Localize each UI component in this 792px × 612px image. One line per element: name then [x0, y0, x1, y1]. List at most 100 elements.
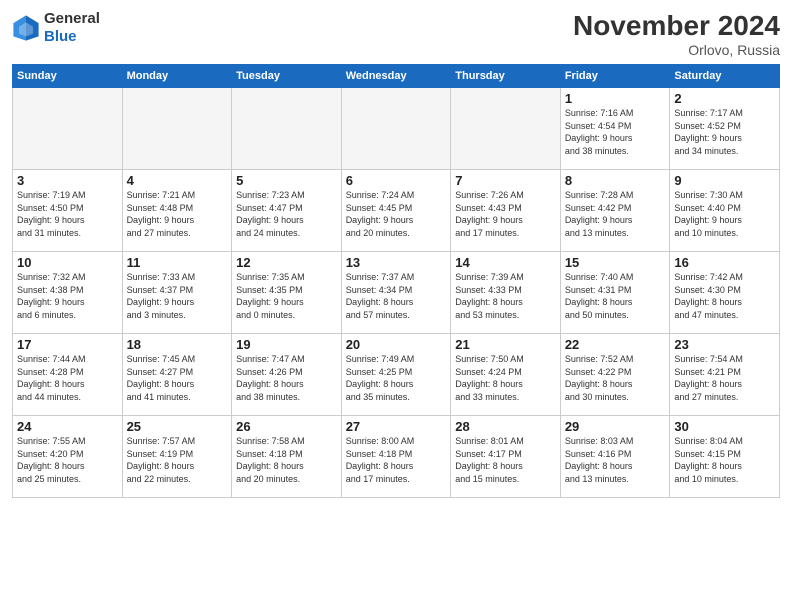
header-tuesday: Tuesday — [232, 65, 342, 88]
day-info: Sunrise: 7:24 AM Sunset: 4:45 PM Dayligh… — [346, 189, 447, 239]
header: General Blue November 2024 Orlovo, Russi… — [12, 10, 780, 58]
calendar-cell: 11Sunrise: 7:33 AM Sunset: 4:37 PM Dayli… — [122, 252, 232, 334]
day-info: Sunrise: 7:40 AM Sunset: 4:31 PM Dayligh… — [565, 271, 666, 321]
calendar-cell — [232, 88, 342, 170]
day-number: 8 — [565, 173, 666, 188]
header-wednesday: Wednesday — [341, 65, 451, 88]
calendar-cell: 29Sunrise: 8:03 AM Sunset: 4:16 PM Dayli… — [560, 416, 670, 498]
header-sunday: Sunday — [13, 65, 123, 88]
calendar-cell: 30Sunrise: 8:04 AM Sunset: 4:15 PM Dayli… — [670, 416, 780, 498]
calendar-table: Sunday Monday Tuesday Wednesday Thursday… — [12, 64, 780, 498]
day-info: Sunrise: 8:01 AM Sunset: 4:17 PM Dayligh… — [455, 435, 556, 485]
day-number: 17 — [17, 337, 118, 352]
header-friday: Friday — [560, 65, 670, 88]
calendar-cell — [451, 88, 561, 170]
day-number: 4 — [127, 173, 228, 188]
day-number: 16 — [674, 255, 775, 270]
calendar-cell: 16Sunrise: 7:42 AM Sunset: 4:30 PM Dayli… — [670, 252, 780, 334]
calendar-cell: 25Sunrise: 7:57 AM Sunset: 4:19 PM Dayli… — [122, 416, 232, 498]
day-info: Sunrise: 7:52 AM Sunset: 4:22 PM Dayligh… — [565, 353, 666, 403]
calendar-cell: 26Sunrise: 7:58 AM Sunset: 4:18 PM Dayli… — [232, 416, 342, 498]
day-info: Sunrise: 7:30 AM Sunset: 4:40 PM Dayligh… — [674, 189, 775, 239]
calendar-cell: 8Sunrise: 7:28 AM Sunset: 4:42 PM Daylig… — [560, 170, 670, 252]
day-info: Sunrise: 7:54 AM Sunset: 4:21 PM Dayligh… — [674, 353, 775, 403]
month-title: November 2024 — [573, 10, 780, 42]
day-number: 27 — [346, 419, 447, 434]
day-number: 1 — [565, 91, 666, 106]
day-number: 28 — [455, 419, 556, 434]
logo-blue: Blue — [44, 28, 77, 45]
day-number: 10 — [17, 255, 118, 270]
day-number: 24 — [17, 419, 118, 434]
calendar-cell: 10Sunrise: 7:32 AM Sunset: 4:38 PM Dayli… — [13, 252, 123, 334]
calendar-cell: 14Sunrise: 7:39 AM Sunset: 4:33 PM Dayli… — [451, 252, 561, 334]
logo-general: General — [44, 10, 100, 27]
calendar-cell: 6Sunrise: 7:24 AM Sunset: 4:45 PM Daylig… — [341, 170, 451, 252]
day-info: Sunrise: 7:33 AM Sunset: 4:37 PM Dayligh… — [127, 271, 228, 321]
header-saturday: Saturday — [670, 65, 780, 88]
day-info: Sunrise: 7:17 AM Sunset: 4:52 PM Dayligh… — [674, 107, 775, 157]
day-info: Sunrise: 7:19 AM Sunset: 4:50 PM Dayligh… — [17, 189, 118, 239]
calendar-cell: 7Sunrise: 7:26 AM Sunset: 4:43 PM Daylig… — [451, 170, 561, 252]
day-number: 13 — [346, 255, 447, 270]
header-monday: Monday — [122, 65, 232, 88]
day-number: 26 — [236, 419, 337, 434]
day-info: Sunrise: 7:39 AM Sunset: 4:33 PM Dayligh… — [455, 271, 556, 321]
day-number: 25 — [127, 419, 228, 434]
logo-icon — [12, 14, 40, 42]
day-info: Sunrise: 7:23 AM Sunset: 4:47 PM Dayligh… — [236, 189, 337, 239]
calendar-cell: 5Sunrise: 7:23 AM Sunset: 4:47 PM Daylig… — [232, 170, 342, 252]
calendar-cell: 22Sunrise: 7:52 AM Sunset: 4:22 PM Dayli… — [560, 334, 670, 416]
day-number: 14 — [455, 255, 556, 270]
day-number: 7 — [455, 173, 556, 188]
logo-text: General Blue — [44, 10, 100, 46]
day-info: Sunrise: 7:26 AM Sunset: 4:43 PM Dayligh… — [455, 189, 556, 239]
calendar-cell: 9Sunrise: 7:30 AM Sunset: 4:40 PM Daylig… — [670, 170, 780, 252]
day-number: 5 — [236, 173, 337, 188]
day-number: 6 — [346, 173, 447, 188]
day-info: Sunrise: 7:57 AM Sunset: 4:19 PM Dayligh… — [127, 435, 228, 485]
calendar-cell: 13Sunrise: 7:37 AM Sunset: 4:34 PM Dayli… — [341, 252, 451, 334]
day-info: Sunrise: 7:32 AM Sunset: 4:38 PM Dayligh… — [17, 271, 118, 321]
calendar-cell: 23Sunrise: 7:54 AM Sunset: 4:21 PM Dayli… — [670, 334, 780, 416]
day-info: Sunrise: 7:42 AM Sunset: 4:30 PM Dayligh… — [674, 271, 775, 321]
day-info: Sunrise: 7:44 AM Sunset: 4:28 PM Dayligh… — [17, 353, 118, 403]
location: Orlovo, Russia — [573, 42, 780, 58]
day-info: Sunrise: 7:50 AM Sunset: 4:24 PM Dayligh… — [455, 353, 556, 403]
calendar-cell: 1Sunrise: 7:16 AM Sunset: 4:54 PM Daylig… — [560, 88, 670, 170]
calendar-cell: 18Sunrise: 7:45 AM Sunset: 4:27 PM Dayli… — [122, 334, 232, 416]
day-info: Sunrise: 8:00 AM Sunset: 4:18 PM Dayligh… — [346, 435, 447, 485]
day-number: 21 — [455, 337, 556, 352]
calendar-cell: 3Sunrise: 7:19 AM Sunset: 4:50 PM Daylig… — [13, 170, 123, 252]
day-number: 2 — [674, 91, 775, 106]
day-info: Sunrise: 7:45 AM Sunset: 4:27 PM Dayligh… — [127, 353, 228, 403]
day-number: 3 — [17, 173, 118, 188]
week-row-4: 17Sunrise: 7:44 AM Sunset: 4:28 PM Dayli… — [13, 334, 780, 416]
calendar-cell — [122, 88, 232, 170]
day-number: 30 — [674, 419, 775, 434]
calendar-cell: 2Sunrise: 7:17 AM Sunset: 4:52 PM Daylig… — [670, 88, 780, 170]
calendar-cell: 12Sunrise: 7:35 AM Sunset: 4:35 PM Dayli… — [232, 252, 342, 334]
weekday-header-row: Sunday Monday Tuesday Wednesday Thursday… — [13, 65, 780, 88]
day-number: 29 — [565, 419, 666, 434]
calendar-cell: 15Sunrise: 7:40 AM Sunset: 4:31 PM Dayli… — [560, 252, 670, 334]
day-number: 15 — [565, 255, 666, 270]
calendar-cell: 21Sunrise: 7:50 AM Sunset: 4:24 PM Dayli… — [451, 334, 561, 416]
calendar-cell: 27Sunrise: 8:00 AM Sunset: 4:18 PM Dayli… — [341, 416, 451, 498]
day-info: Sunrise: 7:21 AM Sunset: 4:48 PM Dayligh… — [127, 189, 228, 239]
day-number: 23 — [674, 337, 775, 352]
page-container: General Blue November 2024 Orlovo, Russi… — [0, 0, 792, 612]
calendar-cell: 24Sunrise: 7:55 AM Sunset: 4:20 PM Dayli… — [13, 416, 123, 498]
day-info: Sunrise: 7:58 AM Sunset: 4:18 PM Dayligh… — [236, 435, 337, 485]
day-info: Sunrise: 7:47 AM Sunset: 4:26 PM Dayligh… — [236, 353, 337, 403]
day-info: Sunrise: 7:28 AM Sunset: 4:42 PM Dayligh… — [565, 189, 666, 239]
day-number: 22 — [565, 337, 666, 352]
logo: General Blue — [12, 10, 100, 46]
day-number: 12 — [236, 255, 337, 270]
day-info: Sunrise: 7:49 AM Sunset: 4:25 PM Dayligh… — [346, 353, 447, 403]
day-number: 19 — [236, 337, 337, 352]
calendar-cell: 17Sunrise: 7:44 AM Sunset: 4:28 PM Dayli… — [13, 334, 123, 416]
week-row-1: 1Sunrise: 7:16 AM Sunset: 4:54 PM Daylig… — [13, 88, 780, 170]
day-number: 9 — [674, 173, 775, 188]
week-row-5: 24Sunrise: 7:55 AM Sunset: 4:20 PM Dayli… — [13, 416, 780, 498]
